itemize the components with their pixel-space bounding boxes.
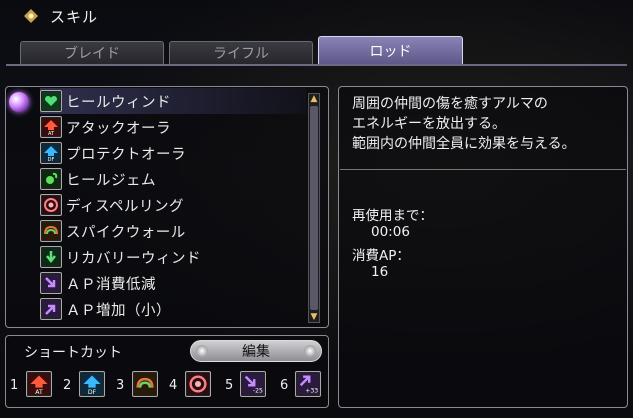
recovery-wind-icon (40, 246, 62, 268)
ap-cost-down-icon (40, 272, 62, 294)
shortcut-slot-1[interactable]: AT (26, 371, 52, 397)
svg-text:-25: -25 (253, 388, 263, 395)
ap-cost-label: 消費AP： (352, 248, 410, 264)
skill-label: ＡＰ消費低減 (66, 276, 156, 293)
edit-button[interactable]: 編集 (190, 340, 322, 362)
diamond-emblem-icon (24, 9, 38, 23)
protect-aura-icon: DF (40, 142, 62, 164)
skill-row-spike-wall[interactable]: スパイクウォール (40, 218, 306, 244)
skill-description: 周囲の仲間の傷を癒すアルマの エネルギーを放出する。 範囲内の仲間全員に効果を与… (352, 94, 576, 154)
svg-text:DF: DF (88, 389, 97, 395)
shortcut-slot-number: 5 (225, 378, 234, 393)
skill-label: ＡＰ増加（小） (66, 302, 171, 319)
shortcut-slot-3[interactable] (132, 371, 158, 397)
svg-text:DF: DF (48, 157, 55, 162)
protect-aura-icon: DF (81, 373, 103, 395)
tab-rifle[interactable]: ライフル (169, 41, 313, 65)
attack-aura-icon: AT (28, 373, 50, 395)
cooldown-label: 再使用まで： (352, 208, 433, 224)
skill-list-scrollbar[interactable]: ▲ ▼ (308, 93, 320, 323)
window-titlebar: スキル (0, 0, 633, 34)
dispel-ring-icon (40, 194, 62, 216)
tab-blade[interactable]: ブレイド (20, 41, 164, 65)
svg-text:AT: AT (48, 131, 55, 136)
scroll-up-arrow-icon[interactable]: ▲ (309, 94, 319, 104)
skill-row-heal-wind[interactable]: ヒールウィンド (40, 88, 306, 114)
skill-label: ヒールジェム (66, 172, 156, 189)
description-line: 範囲内の仲間全員に効果を与える。 (352, 136, 576, 152)
ap-cost-down-icon: -25 (242, 373, 264, 395)
detail-divider (340, 169, 626, 170)
description-line: 周囲の仲間の傷を癒すアルマの (352, 96, 548, 112)
tab-rod[interactable]: ロッド (318, 36, 463, 65)
heal-wind-icon (40, 90, 62, 112)
skill-row-ap-cost-down[interactable]: ＡＰ消費低減 (40, 270, 306, 296)
skill-row-recovery-wind[interactable]: リカバリーウィンド (40, 244, 306, 270)
attack-aura-icon: AT (40, 116, 62, 138)
dispel-ring-icon (187, 373, 209, 395)
shortcut-slot-6[interactable]: +33 (295, 371, 321, 397)
spike-wall-icon (134, 373, 156, 395)
window-title: スキル (50, 8, 99, 26)
skill-row-dispel-ring[interactable]: ディスペルリング (40, 192, 306, 218)
cooldown-value: 00:06 (371, 224, 410, 240)
skill-row-protect-aura[interactable]: DF プロテクトオーラ (40, 140, 306, 166)
scroll-down-arrow-icon[interactable]: ▼ (309, 312, 319, 322)
skill-row-heal-gem[interactable]: ヒールジェム (40, 166, 306, 192)
skill-label: アタックオーラ (66, 120, 171, 137)
skill-label: プロテクトオーラ (66, 146, 186, 163)
tab-underline (6, 64, 627, 66)
heal-gem-icon (40, 168, 62, 190)
skill-list: ヒールウィンド AT アタックオーラ DF プロテクトオーラ ヒールジェム ディ… (40, 88, 306, 322)
ap-cost-value: 16 (371, 264, 389, 280)
svg-text:+33: +33 (305, 388, 318, 395)
spike-wall-icon (40, 220, 62, 242)
shortcut-slot-number: 2 (63, 378, 72, 393)
skill-row-ap-up[interactable]: ＡＰ増加（小） (40, 296, 306, 322)
shortcut-title: ショートカット (24, 345, 122, 361)
scrollbar-thumb[interactable] (310, 106, 318, 310)
shortcut-slot-number: 4 (169, 378, 178, 393)
shortcut-slot-number: 6 (280, 378, 289, 393)
ap-up-icon: +33 (297, 373, 319, 395)
shortcut-slot-4[interactable] (185, 371, 211, 397)
shortcut-slot-number: 1 (10, 378, 19, 393)
rod-element-orb-icon (9, 92, 29, 112)
shortcut-slot-number: 3 (116, 378, 125, 393)
description-line: エネルギーを放出する。 (352, 116, 506, 132)
ap-up-icon (40, 298, 62, 320)
skill-label: スパイクウォール (66, 224, 186, 241)
shortcut-slot-2[interactable]: DF (79, 371, 105, 397)
svg-text:AT: AT (35, 389, 43, 395)
shortcut-slot-5[interactable]: -25 (240, 371, 266, 397)
skill-label: ヒールウィンド (66, 94, 171, 111)
skill-row-attack-aura[interactable]: AT アタックオーラ (40, 114, 306, 140)
skill-label: リカバリーウィンド (66, 250, 201, 267)
skill-label: ディスペルリング (66, 198, 184, 215)
